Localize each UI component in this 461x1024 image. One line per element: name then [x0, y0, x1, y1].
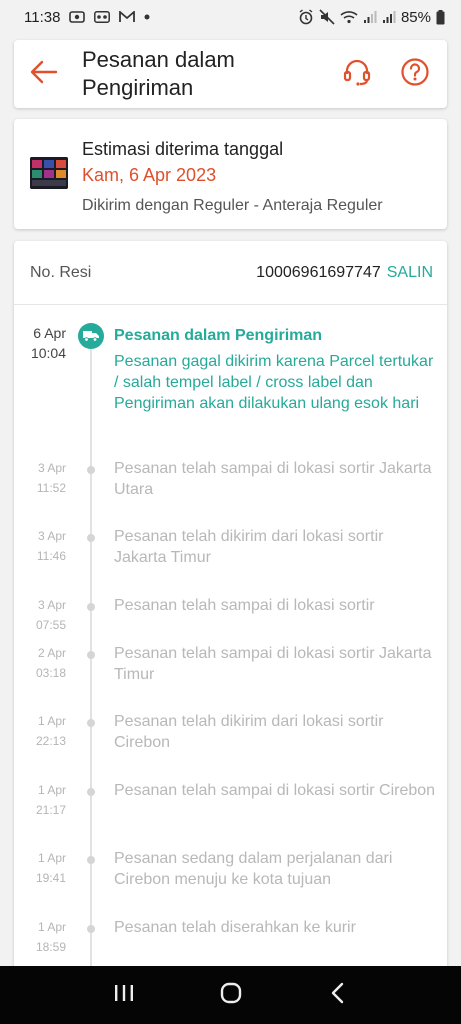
page-title: Pesanan dalam Pengiriman: [82, 47, 235, 100]
timeline-dot: [87, 856, 95, 864]
recent-apps-icon: [113, 983, 135, 1008]
estimate-card: Estimasi diterima tanggal Kam, 6 Apr 202…: [14, 119, 447, 229]
estimate-label: Estimasi diterima tanggal: [82, 139, 284, 159]
resi-number: 10006961697747: [256, 263, 381, 281]
event-text: Pesanan telah dikirim dari lokasi sortir…: [114, 713, 384, 751]
timeline-dot: [87, 788, 95, 796]
event-text: Pesanan telah dikirim dari lokasi sortir…: [114, 528, 384, 566]
status-time: 11:38: [24, 8, 61, 26]
event-title: Pesanan dalam Pengiriman: [114, 327, 323, 344]
timeline-line: [90, 337, 92, 981]
truck-icon: [78, 323, 104, 349]
event-text: Pesanan telah sampai di lokasi sortir Ja…: [114, 460, 432, 498]
status-bar: 11:38 85%: [0, 0, 461, 34]
signal-icon: [382, 10, 396, 24]
home-button[interactable]: [211, 975, 251, 1015]
event-description: Pesanan gagal dikirim karena Parcel tert…: [114, 353, 434, 412]
event-date: 1 Apr 22:13: [35, 714, 66, 748]
resi-row: No. Resi 10006961697747 SALIN: [14, 241, 447, 305]
question-icon: [400, 57, 430, 92]
copy-resi-button[interactable]: SALIN: [387, 264, 433, 282]
help-button[interactable]: [393, 52, 437, 96]
signal-icon: [363, 10, 377, 24]
timeline-dot: [87, 651, 95, 659]
back-icon: [330, 982, 346, 1009]
home-icon: [219, 981, 243, 1010]
shipping-method: Dikirim dengan Reguler - Anteraja Regule…: [82, 197, 383, 214]
battery-icon: [436, 9, 445, 25]
timeline-dot: [87, 925, 95, 933]
arrow-left-icon: [30, 60, 58, 89]
support-button[interactable]: [335, 52, 379, 96]
event-date: 1 Apr 18:59: [35, 920, 66, 954]
event-text: Pesanan telah diserahkan ke kurir: [114, 919, 356, 936]
event-text: Pesanan sedang dalam perjalanan dari Cir…: [114, 850, 393, 888]
event-date: 3 Apr 11:46: [36, 529, 66, 563]
gmail-icon: [119, 11, 136, 23]
tracking-card: No. Resi 10006961697747 SALIN 6 Apr 10:0…: [14, 241, 447, 981]
mute-icon: [319, 9, 335, 25]
timeline-dot: [87, 466, 95, 474]
event-date: 3 Apr 07:55: [35, 598, 66, 632]
screen-record-icon: [69, 10, 86, 24]
headset-icon: [342, 57, 372, 92]
timeline-dot: [87, 534, 95, 542]
event-date: 2 Apr 03:18: [35, 646, 66, 680]
estimate-date: Kam, 6 Apr 2023: [82, 165, 217, 185]
battery-percent: 85%: [400, 8, 431, 26]
recent-apps-button[interactable]: [104, 975, 144, 1015]
event-date: 6 Apr 10:04: [30, 325, 66, 361]
event-text: Pesanan telah sampai di lokasi sortir Ja…: [114, 645, 432, 683]
wifi-icon: [340, 10, 358, 24]
resi-label: No. Resi: [30, 263, 92, 281]
alarm-icon: [298, 9, 314, 25]
timeline-dot: [87, 719, 95, 727]
system-back-button[interactable]: [318, 975, 358, 1015]
event-date: 3 Apr 11:52: [36, 461, 66, 495]
back-button[interactable]: [14, 40, 74, 108]
event-text: Pesanan telah sampai di lokasi sortir Ci…: [114, 782, 436, 799]
event-date: 1 Apr 21:17: [35, 783, 66, 817]
timeline-dot: [87, 603, 95, 611]
system-nav-bar: [0, 966, 461, 1024]
event-text: Pesanan telah sampai di lokasi sortir: [114, 597, 375, 614]
notification-dot-icon: [144, 14, 150, 20]
event-date: 1 Apr 19:41: [35, 851, 66, 885]
voicemail-icon: [94, 11, 111, 23]
product-thumbnail: [30, 157, 68, 189]
header-bar: Pesanan dalam Pengiriman: [14, 40, 447, 108]
